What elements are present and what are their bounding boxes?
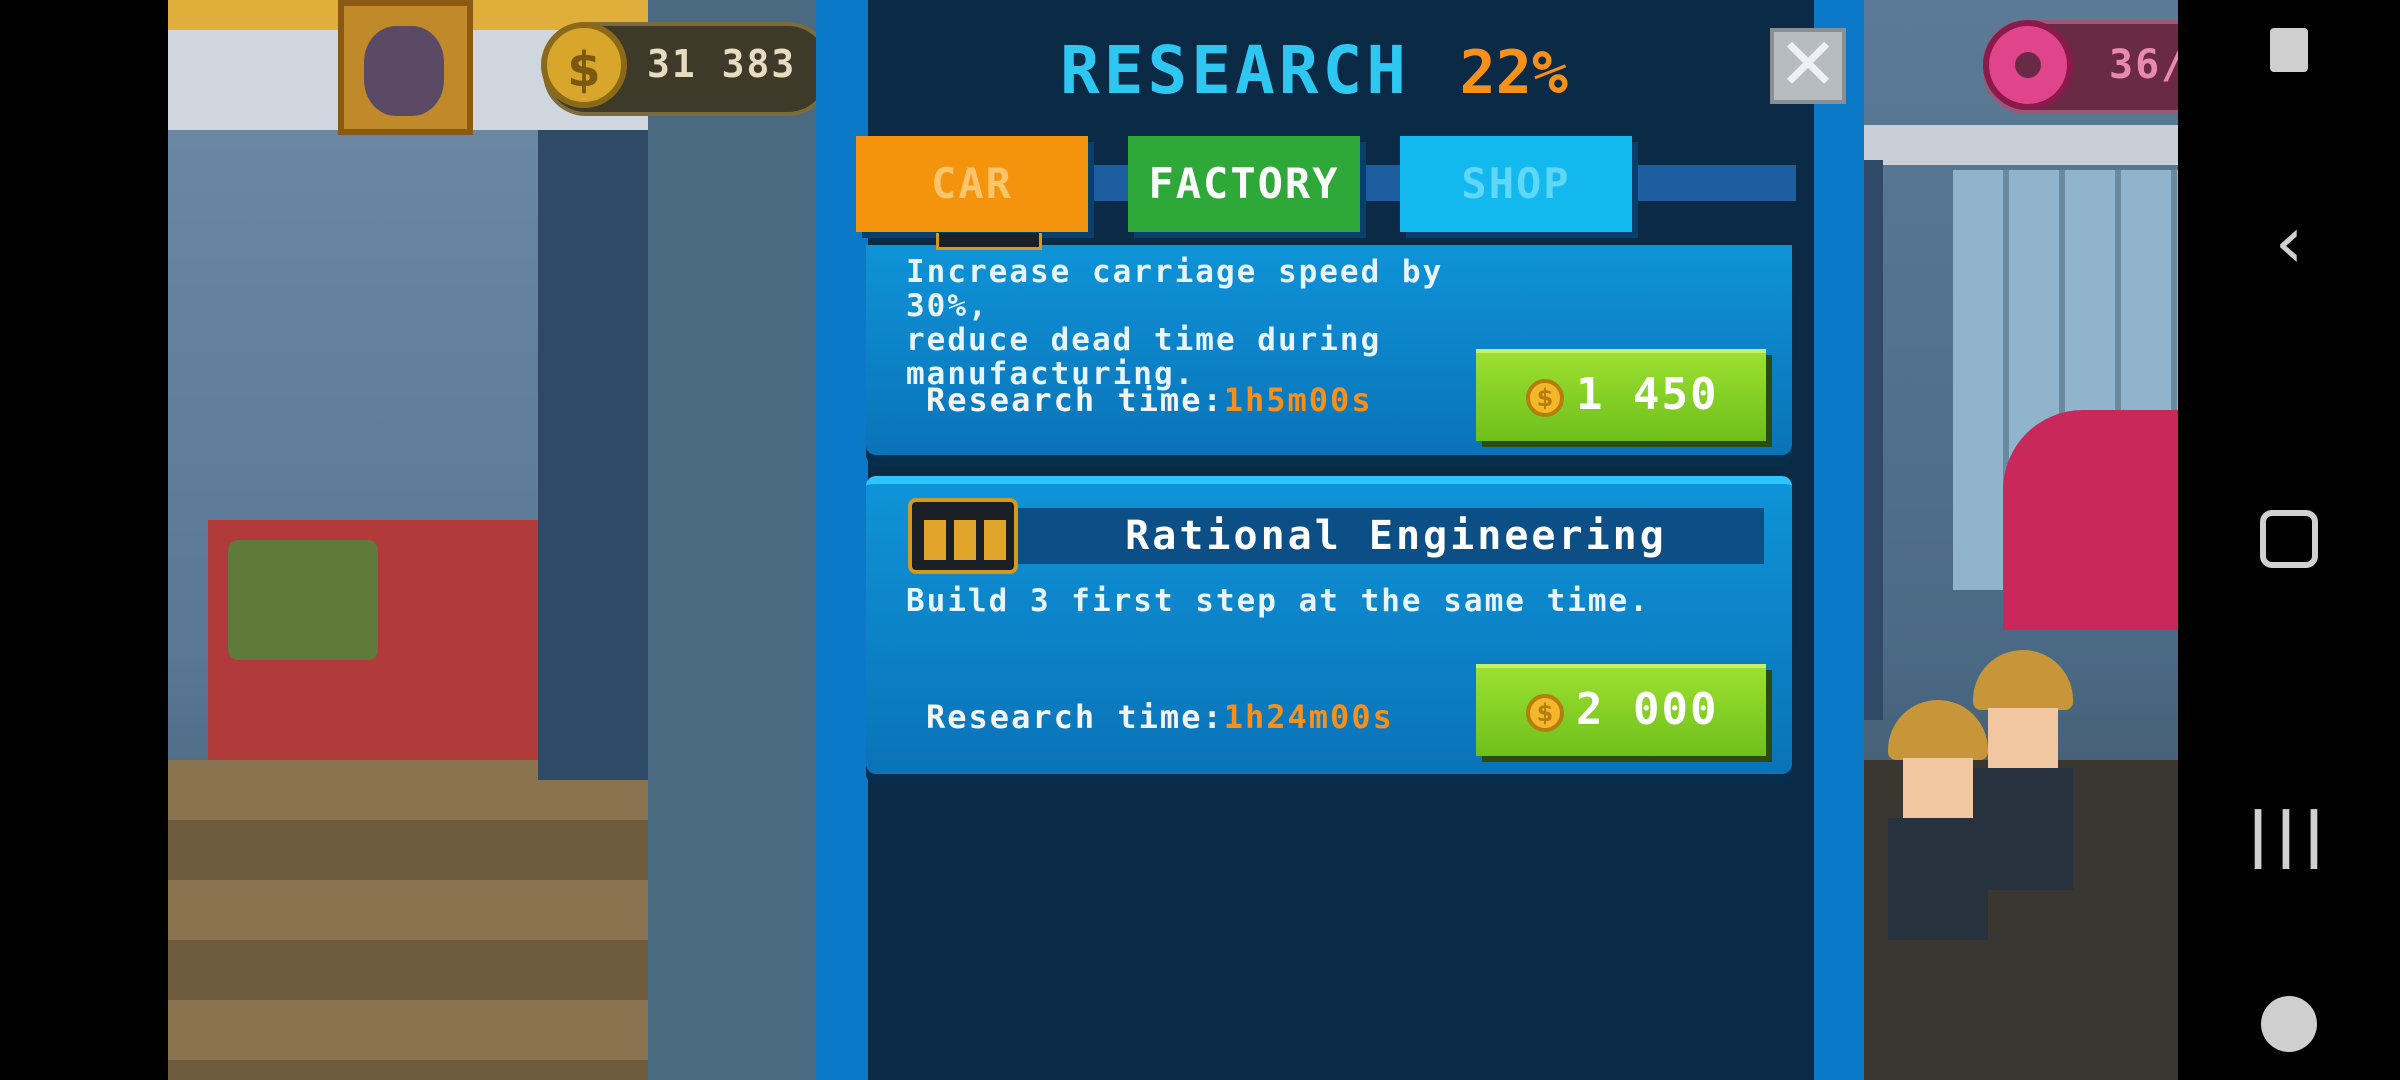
research-buy-button[interactable]: $ 2 000 xyxy=(1476,664,1766,756)
close-icon: ✕ xyxy=(1777,22,1839,106)
research-time-value: 1h5m00s xyxy=(1223,381,1373,419)
research-item-card: Increase carriage speed by 30%, reduce d… xyxy=(866,233,1792,455)
research-item-description: Build 3 first step at the same time. xyxy=(906,583,1650,619)
research-time-label: Research time: xyxy=(926,381,1224,419)
research-title: RESEARCH xyxy=(1060,32,1410,109)
donut-counter[interactable]: 36/36 xyxy=(1983,20,2178,114)
research-time-value: 1h24m00s xyxy=(1223,698,1394,736)
factory-floor xyxy=(168,760,648,1080)
factory-pillar xyxy=(538,130,648,780)
bush xyxy=(228,540,378,660)
research-title-bar: RESEARCH 22% xyxy=(868,28,1760,109)
research-item-card: Rational Engineering Build 3 first step … xyxy=(866,476,1792,774)
recent-apps-icon[interactable]: ||| xyxy=(2178,800,2400,870)
factory-background-left xyxy=(168,0,648,1080)
game-scene: $ 31 383 36/36 RESEARCH 22% ✕ CAR FACTOR… xyxy=(168,0,2178,1080)
research-price: 2 000 xyxy=(1576,684,1719,735)
donut-icon xyxy=(1983,20,2073,110)
research-panel: RESEARCH 22% ✕ CAR FACTORY SHOP Increase… xyxy=(816,0,1864,1080)
car-body xyxy=(2003,410,2178,630)
coin-icon: $ xyxy=(1526,379,1564,417)
back-icon[interactable]: ‹ xyxy=(2178,200,2400,284)
coin-amount: 31 383 xyxy=(647,42,797,86)
tab-shop[interactable]: SHOP xyxy=(1400,136,1632,232)
android-nav-bar: ‹ ||| xyxy=(2178,0,2400,1080)
research-item-icon-partial xyxy=(936,233,1042,250)
coin-icon: $ xyxy=(541,22,627,108)
research-progress: 22% xyxy=(1459,38,1568,108)
tab-factory[interactable]: FACTORY xyxy=(1128,136,1360,232)
research-time: Research time:1h5m00s xyxy=(926,381,1373,419)
tab-car[interactable]: CAR xyxy=(856,136,1088,232)
close-button[interactable]: ✕ xyxy=(1770,28,1846,104)
home-icon[interactable] xyxy=(2178,510,2400,568)
worker xyxy=(1963,650,2083,890)
research-time-label: Research time: xyxy=(926,698,1224,736)
research-item-description: Increase carriage speed by 30%, reduce d… xyxy=(906,254,1444,392)
paw-icon xyxy=(364,26,444,116)
research-price: 1 450 xyxy=(1576,369,1719,420)
screenshot-tool-icon[interactable] xyxy=(2178,28,2400,72)
workers-icon xyxy=(908,498,1018,574)
research-time: Research time:1h24m00s xyxy=(926,698,1394,736)
coin-icon: $ xyxy=(1526,694,1564,732)
research-item-name: Rational Engineering xyxy=(1125,513,1667,559)
research-buy-button[interactable]: $ 1 450 xyxy=(1476,349,1766,441)
coin-counter[interactable]: $ 31 383 xyxy=(541,22,831,116)
game-controller-icon[interactable] xyxy=(2178,996,2400,1052)
player-avatar[interactable] xyxy=(338,0,473,135)
donut-amount: 36/36 xyxy=(2109,42,2178,88)
